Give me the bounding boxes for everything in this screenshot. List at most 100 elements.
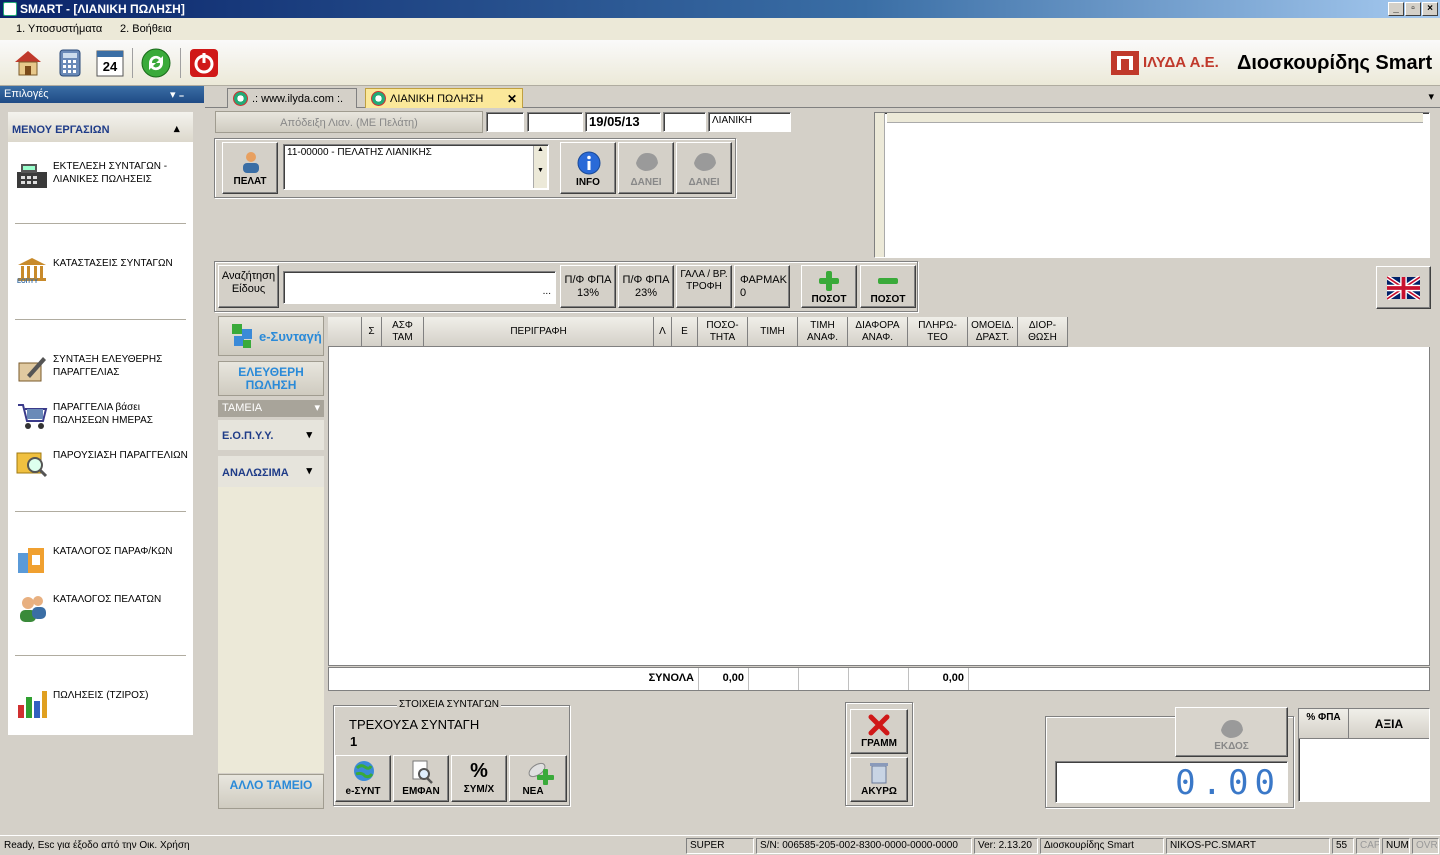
other-cashier-button[interactable]: ΑΛΛΟ ΤΑΜΕΙΟ: [218, 774, 324, 809]
e-prescription-label: e-Συνταγή: [259, 329, 322, 344]
grid-col-ref-price[interactable]: ΤΙΜΗ ΑΝΑΦ.: [798, 317, 848, 347]
sidebar-item-prescription-reports[interactable]: ΕΟΠΥΥ ΚΑΤΑΣΤΑΣΕΙΣ ΣΥΝΤΑΓΩΝ: [15, 255, 195, 295]
totals-label: ΣΥΝΟΛΑ: [329, 668, 699, 690]
milk-babyfood-button[interactable]: ΓΑΛΑ / ΒΡ. ΤΡΟΦΗ: [676, 265, 732, 308]
tab-ilyda-web[interactable]: .: www.ilyda.com :.: [227, 88, 357, 108]
search-item-button[interactable]: Αναζήτηση Είδους: [218, 265, 279, 308]
sale-type-field[interactable]: ΛΙΑΝΙΚΗ: [708, 112, 791, 132]
parapharm-box-icon: [18, 548, 44, 573]
pharmacy-button[interactable]: ΦΑΡΜΑΚ 0: [734, 265, 790, 308]
customer-field[interactable]: 11-00000 - ΠΕΛΑΤΗΣ ΛΙΑΝΙΚΗΣ ▲ ▼: [283, 144, 549, 190]
sidebar-item-customers[interactable]: ΚΑΤΑΛΟΓΟΣ ΠΕΛΑΤΩΝ: [15, 591, 195, 631]
power-icon[interactable]: [188, 47, 220, 79]
sidebar-item-show-orders[interactable]: ΠΑΡΟΥΣΙΑΣΗ ΠΑΡΑΓΓΕΛΙΩΝ: [15, 447, 195, 487]
title-bar: SMART - [ΛΙΑΝΙΚΗ ΠΩΛΗΣΗ] _ ▫ ×: [0, 0, 1440, 18]
lend-button-1[interactable]: ΔΑΝΕΙ: [618, 142, 674, 194]
show-prescription-button[interactable]: ΕΜΦΑΝ: [393, 755, 449, 802]
header-field-2[interactable]: [527, 112, 583, 132]
grid-col-description[interactable]: ΠΕΡΙΓΡΑΦΗ: [424, 317, 654, 347]
customer-button[interactable]: ΠΕΛΑΤ: [222, 142, 278, 194]
grid-col-similar[interactable]: ΟΜΟΕΙΔ. ΔΡΑΣΤ.: [968, 317, 1018, 347]
grid-col-price[interactable]: ΤΙΜΗ: [748, 317, 798, 347]
sidebar-item-prescriptions[interactable]: ΕΚΤΕΛΕΣΗ ΣΥΝΤΑΓΩΝ - ΛΙΑΝΙΚΕΣ ΠΩΛΗΣΕΙΣ: [15, 158, 195, 198]
calculator-icon[interactable]: [54, 47, 86, 79]
vat-table-col-value[interactable]: ΑΞΙΑ: [1349, 709, 1429, 739]
grid-col-l[interactable]: Λ: [654, 317, 672, 347]
menu-subsystems[interactable]: 1. Υποσυστήματα: [16, 23, 102, 35]
sidebar-item-sales-turnover[interactable]: ΠΩΛΗΣΕΙΣ (ΤΖΙΡΟΣ): [15, 687, 195, 727]
home-icon[interactable]: [12, 47, 44, 79]
close-tab-icon[interactable]: ✕: [507, 92, 517, 106]
eopyy-dropdown[interactable]: Ε.Ο.Π.Υ.Υ. ▾: [218, 420, 324, 450]
search-browse-button[interactable]: ...: [543, 286, 551, 297]
tabs-overflow-icon[interactable]: ▾: [1428, 90, 1434, 103]
e-prescription-load-button[interactable]: e-ΣΥΝΤ: [335, 755, 391, 802]
vat23-button[interactable]: Π/Φ ΦΠΑ 23%: [618, 265, 674, 308]
magnifier-folder-icon: [16, 452, 48, 478]
ilyda-logo-text: ΙΛΥΔΑ Α.Ε.: [1143, 54, 1219, 71]
lend-button-2[interactable]: ΔΑΝΕΙ: [676, 142, 732, 194]
chevron-down-icon: ▾: [314, 402, 320, 414]
receipt-type-button[interactable]: Απόδειξη Λιαν. (ΜΕ Πελάτη): [215, 111, 483, 133]
sidebar-header-title: Επιλογές: [4, 88, 49, 100]
sidebar-item-daily-order[interactable]: ΠΑΡΑΓΓΕΛΙΑ βάσει ΠΩΛΗΣΕΩΝ ΗΜΕΡΑΣ: [15, 399, 195, 439]
info-button[interactable]: INFO: [560, 142, 616, 194]
minimize-button[interactable]: _: [1388, 2, 1404, 16]
sidebar-pin-icon[interactable]: ▾ ₌: [170, 88, 184, 101]
vat-table-col-percent[interactable]: % ΦΠΑ: [1299, 709, 1349, 739]
increase-quantity-button[interactable]: ΠΟΣΟΤ: [801, 265, 857, 308]
restore-button[interactable]: ▫: [1405, 2, 1421, 16]
free-sale-button[interactable]: ΕΛΕΥΘΕΡΗ ΠΩΛΗΣΗ: [218, 361, 324, 396]
trash-icon: [870, 763, 888, 784]
show-prescription-label: ΕΜΦΑΝ: [402, 786, 440, 797]
grid-col-e[interactable]: Ε: [672, 317, 698, 347]
copay-button[interactable]: % ΣΥΜ/Χ: [451, 755, 507, 802]
menu-help[interactable]: 2. Βοήθεια: [120, 23, 172, 35]
delete-line-button[interactable]: ΓΡΑΜΜ: [850, 709, 908, 754]
cashiers-dropdown[interactable]: ΤΑΜΕΙΑ ▾: [218, 400, 324, 417]
e-prescription-button[interactable]: e-Συνταγή: [218, 316, 324, 356]
header-field-1[interactable]: [486, 112, 524, 132]
issue-button[interactable]: ΕΚΔΟΣ: [1175, 707, 1288, 757]
work-menu-header[interactable]: ΜΕΝΟΥ ΕΡΓΑΣΙΩΝ ▴: [8, 112, 193, 142]
refresh-icon[interactable]: [140, 47, 172, 79]
search-item-input[interactable]: ...: [283, 271, 556, 304]
app-icon: [3, 2, 17, 16]
sidebar-item-free-order[interactable]: ΣΥΝΤΑΞΗ ΕΛΕΥΘΕΡΗΣ ΠΑΡΑΓΓΕΛΙΑΣ: [15, 351, 195, 391]
cancel-button[interactable]: ΑΚΥΡΩ: [850, 757, 908, 802]
customer-scrollbar[interactable]: ▲ ▼: [533, 146, 547, 188]
items-grid-header: Σ ΑΣΦ ΤΑΜ ΠΕΡΙΓΡΑΦΗ Λ Ε ΠΟΣΟ-ΤΗΤΑ ΤΙΜΗ Τ…: [328, 317, 1430, 347]
grid-col-insurance[interactable]: ΑΣΦ ΤΑΜ: [382, 317, 424, 347]
toolbar-separator: [132, 48, 133, 78]
grid-col-ref-diff[interactable]: ΔΙΑΦΟΡΑ ΑΝΑΦ.: [848, 317, 908, 347]
grid-col-s[interactable]: Σ: [362, 317, 382, 347]
new-prescription-button[interactable]: ΝΕΑ: [509, 755, 567, 802]
sidebar-item-label: ΚΑΤΑΛΟΓΟΣ ΠΑΡΑΦ/ΚΩΝ: [53, 546, 173, 557]
pen-order-icon: [18, 357, 46, 382]
status-serial: S/N: 006585-205-002-8300-0000-0000-0000: [756, 838, 972, 854]
red-x-icon: [868, 714, 890, 736]
items-grid[interactable]: [328, 317, 1430, 666]
totals-payable: 0,00: [909, 668, 969, 690]
notes-scrollbar[interactable]: [875, 113, 885, 257]
close-window-button[interactable]: ×: [1422, 2, 1438, 16]
grid-col-payable[interactable]: ΠΛΗΡΩ-ΤΕΟ: [908, 317, 968, 347]
date-field[interactable]: 19/05/13: [585, 112, 661, 132]
collapse-icon[interactable]: ▴: [174, 122, 180, 135]
decrease-quantity-button[interactable]: ΠΟΣΟΤ: [860, 265, 916, 308]
vat13-button[interactable]: Π/Φ ΦΠΑ 13%: [560, 265, 616, 308]
grid-col-quantity[interactable]: ΠΟΣΟ-ΤΗΤΑ: [698, 317, 748, 347]
tab-retail-sale[interactable]: ΛΙΑΝΙΚΗ ΠΩΛΗΣΗ ✕: [365, 88, 523, 108]
current-prescription-label: ΤΡΕΧΟΥΣΑ ΣΥΝΤΑΓΗ: [349, 717, 480, 732]
status-product: Διοσκουρίδης Smart: [1040, 838, 1164, 854]
calendar-icon[interactable]: 24: [94, 47, 126, 79]
sidebar-item-label: ΠΩΛΗΣΕΙΣ (ΤΖΙΡΟΣ): [53, 690, 149, 701]
grid-col-correction[interactable]: ΔΙΟΡ-ΘΩΣΗ: [1018, 317, 1068, 347]
consumables-dropdown[interactable]: ΑΝΑΛΩΣΙΜΑ ▾: [218, 456, 324, 487]
language-uk-button[interactable]: [1376, 266, 1431, 309]
sidebar-item-pharmaceuticals[interactable]: ΚΑΤΑΛΟΓΟΣ ΠΑΡΑΦ/ΚΩΝ: [15, 543, 195, 583]
header-field-4[interactable]: [663, 112, 706, 132]
notes-area[interactable]: [874, 112, 1430, 258]
sidebar-item-label: ΕΚΤΕΛΕΣΗ ΣΥΝΤΑΓΩΝ - ΛΙΑΝΙΚΕΣ ΠΩΛΗΣΕΙΣ: [53, 161, 168, 185]
vat-table[interactable]: % ΦΠΑ ΑΞΙΑ: [1298, 708, 1430, 802]
